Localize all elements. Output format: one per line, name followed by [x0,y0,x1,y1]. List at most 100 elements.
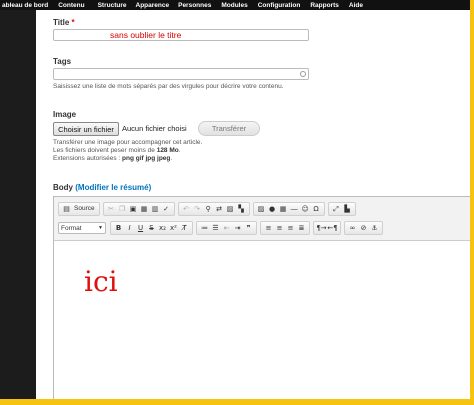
image-help-line-2: Les fichiers doivent peser moins de 128 … [53,147,202,155]
no-file-chosen-text: Aucun fichier choisi [122,124,187,133]
blockquote-icon[interactable]: ❞ [243,222,254,234]
copy-icon[interactable]: ❐ [117,203,128,215]
format-select-value: Format [61,224,82,232]
image-help-line-1: Transférer une image pour accompagner ce… [53,139,203,146]
special-char-icon[interactable]: Ω [311,203,322,215]
source-button[interactable]: Source [72,203,97,215]
align-group: ≡ ≡ ≡ ≣ [260,221,310,235]
history-group: ↶ ↷ ⚲ ⇄ ▨ ▚ [177,202,250,216]
admin-item-content[interactable]: Contenu [58,2,84,9]
horizontal-rule-icon[interactable]: ― [289,203,300,215]
source-icon: ▤ [63,204,70,213]
left-dark-strip [0,8,36,399]
image-label: Image [53,110,77,119]
tags-help-text: Saisissez une liste de mots séparés par … [53,83,284,90]
extensions-suffix: . [170,155,173,162]
align-center-icon[interactable]: ≡ [274,222,285,234]
find-icon[interactable]: ⚲ [203,203,214,215]
spellcheck-icon[interactable]: ✓ [161,203,172,215]
text-style-group: B I U S x₂ x² T̸ [110,221,193,235]
replace-icon[interactable]: ⇄ [214,203,225,215]
title-label: Title * [53,18,75,27]
node-edit-form: Title * sans oublier le titre Tags Saisi… [36,10,470,399]
align-left-icon[interactable]: ≡ [263,222,274,234]
bold-icon[interactable]: B [113,222,124,234]
admin-item-help[interactable]: Aide [349,2,363,9]
list-group: ≔ ☰ ⇤ ⇥ ❞ [196,221,257,235]
chevron-down-icon: ▼ [98,225,103,231]
undo-icon[interactable]: ↶ [181,203,192,215]
direction-group: ¶→ ←¶ [313,221,341,235]
upload-button[interactable]: Transférer [198,121,260,136]
editor-content-area[interactable]: ici [54,241,470,399]
title-input-value: sans oublier le titre [110,30,182,40]
admin-item-configuration[interactable]: Configuration [258,2,301,9]
paste-word-icon[interactable]: ▥ [150,203,161,215]
admin-item-structure[interactable]: Structure [98,2,127,9]
admin-item-modules[interactable]: Modules [221,2,247,9]
maximize-icon[interactable]: ⤢ [331,203,342,215]
body-label: Body (Modifier le résumé) [53,183,151,192]
admin-toolbar: ableau de bord Contenu Structure Apparen… [0,0,470,10]
bulleted-list-icon[interactable]: ☰ [210,222,221,234]
underline-icon[interactable]: U [135,222,146,234]
body-label-text: Body [53,183,73,192]
indent-icon[interactable]: ⇥ [232,222,243,234]
select-all-icon[interactable]: ▨ [225,203,236,215]
editor-toolbar: ▤ Source ✂ ❐ ▣ ▦ ▥ ✓ ↶ ↷ ⚲ ⇄ ▨ ▚ ▨ ● ▦ ―… [54,197,470,241]
table-icon[interactable]: ▦ [278,203,289,215]
toolbar-row-2: Format ▼ B I U S x₂ x² T̸ ≔ ☰ ⇤ ⇥ ❞ ≡ ≡ … [58,221,386,235]
cut-icon[interactable]: ✂ [106,203,117,215]
admin-item-people[interactable]: Personnes [178,2,211,9]
edit-summary-link[interactable]: (Modifier le résumé) [75,183,151,192]
toolbar-row-1: ▤ Source ✂ ❐ ▣ ▦ ▥ ✓ ↶ ↷ ⚲ ⇄ ▨ ▚ ▨ ● ▦ ―… [58,202,359,216]
size-limit-prefix: Les fichiers doivent peser moins de [53,147,157,154]
align-right-icon[interactable]: ≡ [285,222,296,234]
smiley-icon[interactable]: ☺ [300,203,311,215]
superscript-icon[interactable]: x² [168,222,179,234]
flash-icon[interactable]: ● [267,203,278,215]
paste-text-icon[interactable]: ▦ [139,203,150,215]
title-label-text: Title [53,18,70,27]
extensions-prefix: Extensions autorisées : [53,155,123,162]
redo-icon[interactable]: ↷ [192,203,203,215]
numbered-list-icon[interactable]: ≔ [199,222,210,234]
image-icon[interactable]: ▨ [256,203,267,215]
ltr-icon[interactable]: ¶→ [316,222,327,234]
clipboard-group: ✂ ❐ ▣ ▦ ▥ ✓ [102,202,175,216]
insert-group: ▨ ● ▦ ― ☺ Ω [252,202,325,216]
tags-input[interactable] [53,68,309,80]
size-limit-suffix: . [178,147,181,154]
title-input[interactable]: sans oublier le titre [53,29,309,41]
rtl-icon[interactable]: ←¶ [327,222,338,234]
anchor-icon[interactable]: ⚓ [369,222,380,234]
admin-item-dashboard[interactable]: ableau de bord [2,2,48,9]
justify-icon[interactable]: ≣ [296,222,307,234]
body-content-text: ici [84,265,118,298]
remove-format-icon[interactable]: ▚ [236,203,247,215]
paste-icon[interactable]: ▣ [128,203,139,215]
unlink-icon[interactable]: ⊘ [358,222,369,234]
subscript-icon[interactable]: x₂ [157,222,168,234]
view-group: ⤢ ▙ [327,202,356,216]
image-help-text: Transférer une image pour accompagner ce… [53,139,202,163]
outdent-icon[interactable]: ⇤ [221,222,232,234]
show-blocks-icon[interactable]: ▙ [342,203,353,215]
clear-format-icon[interactable]: T̸ [179,222,190,234]
size-limit-value: 128 Mo [156,147,179,154]
italic-icon[interactable]: I [124,222,135,234]
strike-icon[interactable]: S [146,222,157,234]
format-select[interactable]: Format ▼ [58,222,106,234]
admin-item-reports[interactable]: Rapports [310,2,339,9]
source-group: ▤ Source [58,202,100,216]
link-icon[interactable]: ∞ [347,222,358,234]
admin-item-appearance[interactable]: Apparence [136,2,170,9]
tags-label: Tags [53,57,72,66]
required-mark: * [71,18,75,27]
link-group: ∞ ⊘ ⚓ [344,221,383,235]
autocomplete-throbber-icon [300,71,306,77]
choose-file-button[interactable]: Choisir un fichier [53,122,119,136]
body-rich-text-editor: ▤ Source ✂ ❐ ▣ ▦ ▥ ✓ ↶ ↷ ⚲ ⇄ ▨ ▚ ▨ ● ▦ ―… [53,196,470,399]
image-help-line-3: Extensions autorisées : png gif jpg jpeg… [53,155,202,163]
extensions-value: png gif jpg jpeg [122,155,171,162]
